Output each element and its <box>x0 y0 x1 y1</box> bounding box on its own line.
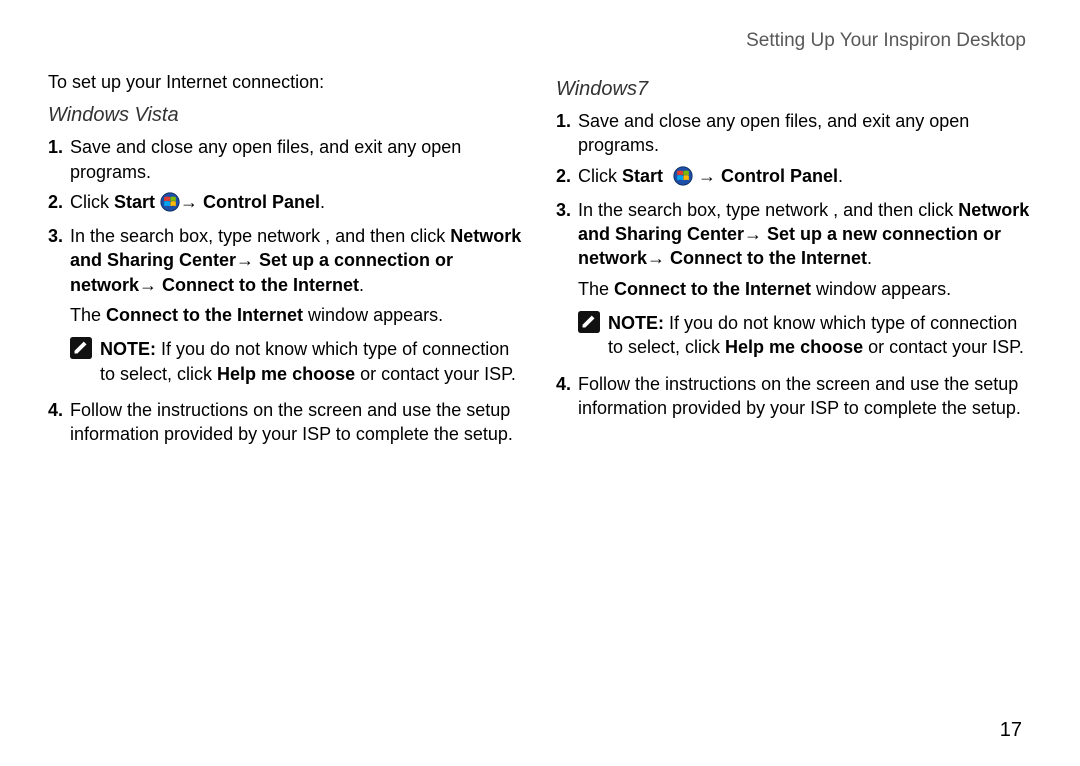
note-text: NOTE: If you do not know which type of c… <box>100 337 524 386</box>
right-column: Windows7 1. Save and close any open file… <box>556 70 1032 711</box>
left-column: To set up your Internet connection: Wind… <box>48 70 524 711</box>
intro-text: To set up your Internet connection: <box>48 70 524 94</box>
step-text: Click Start → Control Panel. <box>578 164 1032 192</box>
step-number: 1. <box>48 135 70 159</box>
step-text: The Connect to the Internet window appea… <box>70 303 524 327</box>
step-number: 1. <box>556 109 578 133</box>
step-number: 4. <box>556 372 578 396</box>
step-text: In the search box, type network , and th… <box>578 198 1032 271</box>
step-text: Save and close any open files, and exit … <box>578 109 1032 158</box>
step-text: Follow the instructions on the screen an… <box>70 398 524 447</box>
step-text: In the search box, type network , and th… <box>70 224 524 297</box>
page-number: 17 <box>48 719 1032 742</box>
note-pencil-icon <box>578 311 600 333</box>
note-block: NOTE: If you do not know which type of c… <box>578 311 1032 360</box>
heading-vista: Windows Vista <box>48 102 524 129</box>
step-number: 3. <box>48 224 70 248</box>
step-text: The Connect to the Internet window appea… <box>578 277 1032 301</box>
heading-win7: Windows7 <box>556 76 1032 103</box>
step-text: Click Start → Control Panel. <box>70 190 524 218</box>
step-number: 3. <box>556 198 578 222</box>
note-pencil-icon <box>70 337 92 359</box>
step-number: 2. <box>48 190 70 214</box>
note-text: NOTE: If you do not know which type of c… <box>608 311 1032 360</box>
page-header: Setting Up Your Inspiron Desktop <box>48 30 1032 52</box>
windows-start-orb-icon <box>160 192 180 218</box>
step-number: 4. <box>48 398 70 422</box>
step-text: Follow the instructions on the screen an… <box>578 372 1032 421</box>
note-block: NOTE: If you do not know which type of c… <box>70 337 524 386</box>
step-text: Save and close any open files, and exit … <box>70 135 524 184</box>
windows-start-orb-icon <box>673 166 693 192</box>
step-number: 2. <box>556 164 578 188</box>
